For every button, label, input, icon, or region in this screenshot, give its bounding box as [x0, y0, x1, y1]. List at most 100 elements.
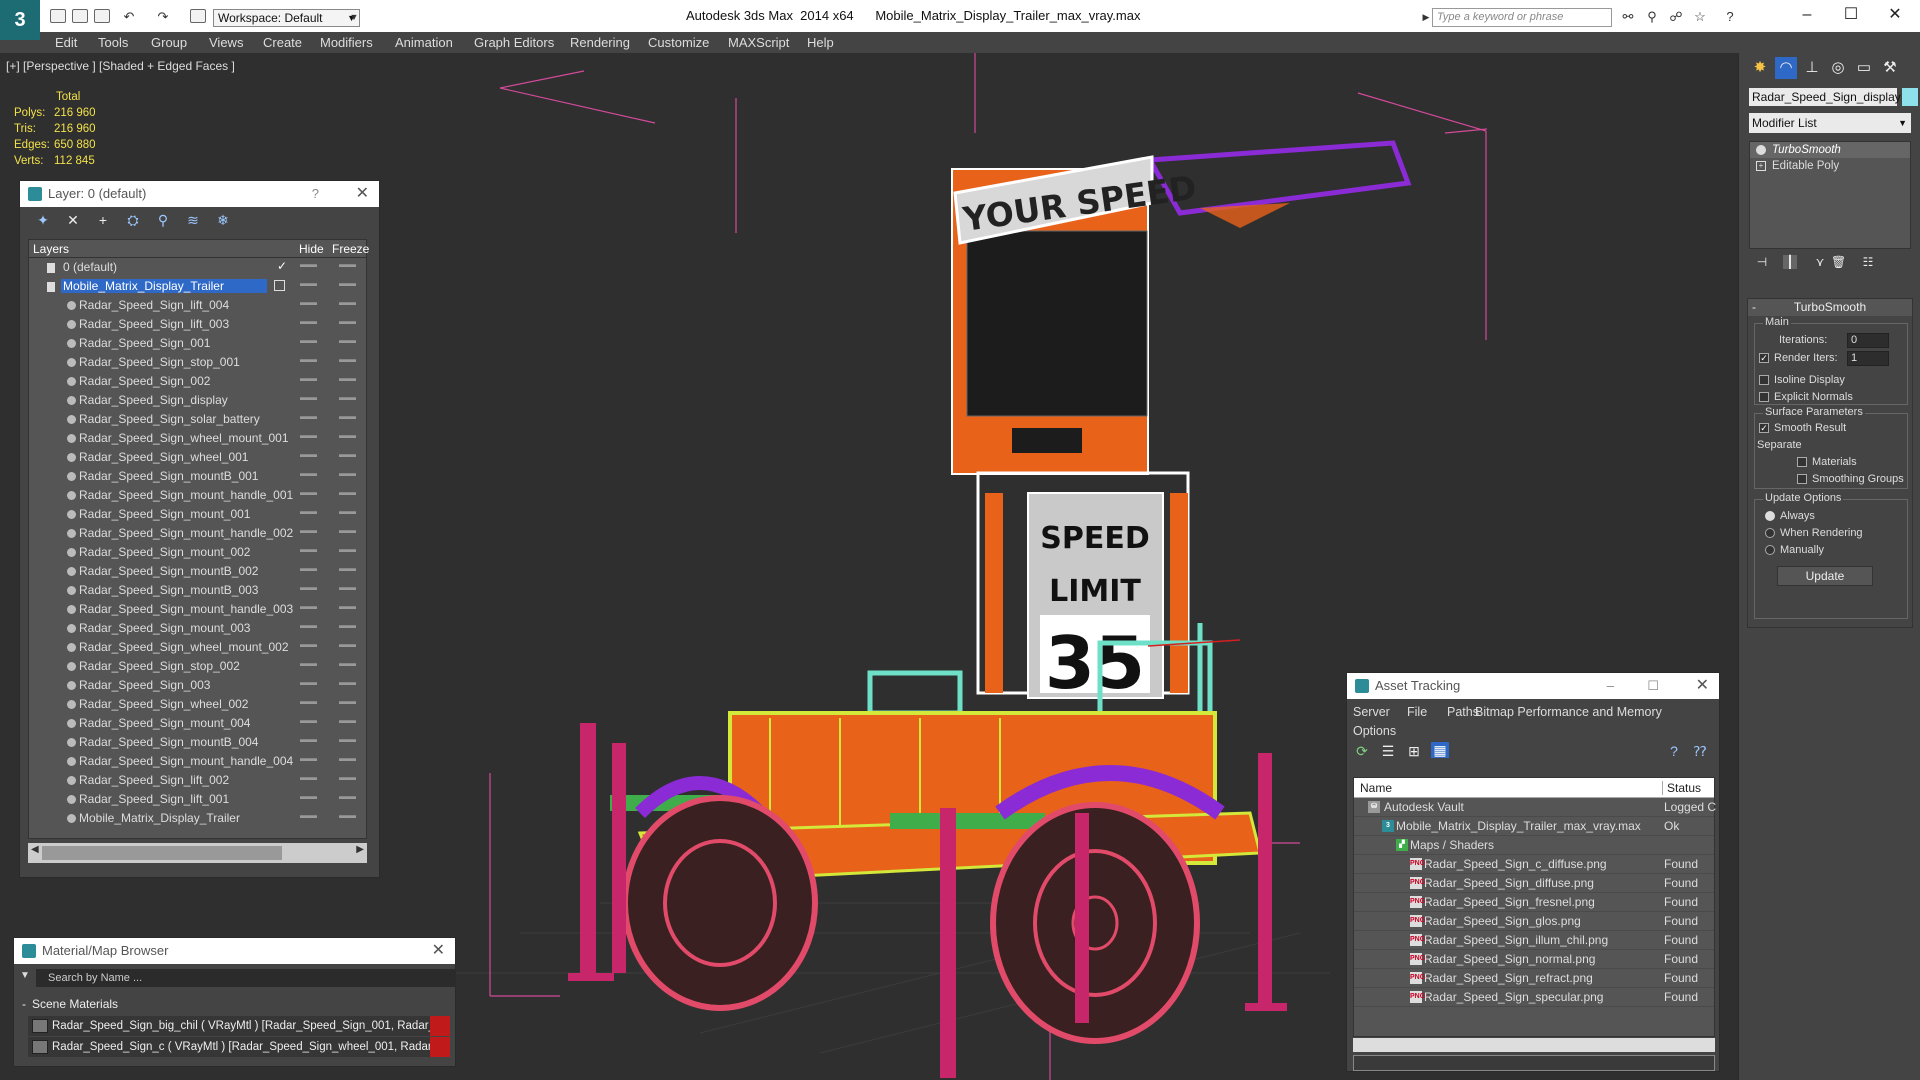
object-row[interactable]: Radar_Speed_Sign_mount_004 ▬▬ ▬▬ [29, 714, 366, 733]
hide-toggle[interactable]: ▬▬ [300, 449, 317, 459]
hide-all-icon[interactable]: ≋ [184, 212, 202, 228]
freeze-toggle[interactable]: ▬▬ [339, 791, 356, 801]
remove-modifier-icon[interactable]: 🗑 [1831, 255, 1846, 269]
always-radio[interactable] [1765, 511, 1775, 522]
freeze-toggle[interactable]: ▬▬ [339, 411, 356, 421]
col-layers[interactable]: Layers [33, 242, 69, 256]
object-row[interactable]: Radar_Speed_Sign_wheel_mount_001 ▬▬ ▬▬ [29, 429, 366, 448]
layer-row-selected[interactable]: Mobile_Matrix_Display_Trailer ▬▬ ▬▬ [29, 277, 366, 296]
maximize-button[interactable]: ☐ [1647, 673, 1659, 699]
help-icon[interactable]: ? [312, 181, 319, 207]
help-icon[interactable]: ? [1665, 743, 1683, 759]
smooth-result-control[interactable]: ✓ Smooth Result [1759, 422, 1846, 434]
freeze-toggle[interactable]: ▬▬ [339, 582, 356, 592]
minimize-button[interactable]: – [1792, 4, 1822, 26]
options-arrow-icon[interactable]: ▼ [20, 970, 30, 981]
project-folder-icon[interactable] [190, 9, 206, 23]
freeze-toggle[interactable]: ▬▬ [339, 297, 356, 307]
asset-row[interactable]: ▞ Maps / Shaders [1354, 836, 1714, 855]
hide-toggle[interactable]: ▬▬ [300, 278, 317, 288]
app-logo-icon[interactable]: 3 [0, 0, 40, 40]
save-file-icon[interactable] [94, 9, 110, 23]
motion-tab-icon[interactable]: ◎ [1827, 57, 1849, 79]
keyword-search-input[interactable]: Type a keyword or phrase [1432, 8, 1612, 27]
asset-menu-bitmap[interactable]: Bitmap Performance and Memory [1475, 705, 1662, 719]
create-layer-icon[interactable]: ✦ [34, 212, 52, 228]
freeze-toggle[interactable]: ▬▬ [339, 677, 356, 687]
object-row[interactable]: Radar_Speed_Sign_wheel_001 ▬▬ ▬▬ [29, 448, 366, 467]
menu-animation[interactable]: Animation [395, 35, 453, 50]
material-item[interactable]: Radar_Speed_Sign_c ( VRayMtl ) [Radar_Sp… [28, 1037, 450, 1057]
freeze-toggle[interactable]: ▬▬ [339, 734, 356, 744]
smoothing-groups-checkbox[interactable] [1797, 474, 1807, 485]
material-browser-titlebar[interactable]: Material/Map Browser ✕ [14, 938, 455, 964]
asset-row[interactable]: 3 Mobile_Matrix_Display_Trailer_max_vray.… [1354, 817, 1714, 836]
freeze-toggle[interactable]: ▬▬ [339, 487, 356, 497]
freeze-toggle[interactable]: ▬▬ [339, 316, 356, 326]
delete-layer-icon[interactable]: ✕ [64, 212, 82, 228]
binoculars-icon[interactable]: ⚯ [1620, 10, 1636, 24]
menu-graph-editors[interactable]: Graph Editors [474, 35, 554, 50]
stack-item-editable-poly[interactable]: + Editable Poly [1750, 158, 1910, 174]
show-end-result-icon[interactable]: ┃ [1783, 255, 1797, 269]
menu-maxscript[interactable]: MAXScript [728, 35, 789, 50]
hide-toggle[interactable]: ▬▬ [300, 734, 317, 744]
rollout-header[interactable]: - TurboSmooth [1748, 299, 1912, 316]
freeze-toggle[interactable]: ▬▬ [339, 525, 356, 535]
freeze-toggle[interactable]: ▬▬ [339, 373, 356, 383]
freeze-toggle[interactable]: ▬▬ [339, 753, 356, 763]
asset-menu-file[interactable]: File [1407, 705, 1427, 719]
freeze-toggle[interactable]: ▬▬ [339, 544, 356, 554]
always-control[interactable]: Always [1765, 510, 1815, 522]
object-row[interactable]: Radar_Speed_Sign_003 ▬▬ ▬▬ [29, 676, 366, 695]
when-rendering-radio[interactable] [1765, 528, 1775, 539]
object-row[interactable]: Radar_Speed_Sign_mountB_002 ▬▬ ▬▬ [29, 562, 366, 581]
render-iters-spinner[interactable]: 1 [1847, 351, 1889, 366]
object-row[interactable]: Radar_Speed_Sign_wheel_mount_002 ▬▬ ▬▬ [29, 638, 366, 657]
freeze-toggle[interactable]: ▬▬ [339, 696, 356, 706]
hide-toggle[interactable]: ▬▬ [300, 506, 317, 516]
favorites-star-icon[interactable]: ☆ [1692, 10, 1708, 24]
menu-group[interactable]: Group [151, 35, 187, 50]
asset-row[interactable]: PNG Radar_Speed_Sign_c_diffuse.png Found [1354, 855, 1714, 874]
menu-edit[interactable]: Edit [55, 35, 77, 50]
freeze-toggle[interactable]: ▬▬ [339, 392, 356, 402]
isoline-checkbox[interactable] [1759, 375, 1769, 386]
close-button[interactable]: ✕ [1880, 4, 1910, 26]
hide-toggle[interactable]: ▬▬ [300, 335, 317, 345]
menu-tools[interactable]: Tools [98, 35, 128, 50]
hide-toggle[interactable]: ▬▬ [300, 259, 317, 269]
object-row[interactable]: Radar_Speed_Sign_solar_battery ▬▬ ▬▬ [29, 410, 366, 429]
freeze-toggle[interactable]: ▬▬ [339, 563, 356, 573]
col-hide[interactable]: Hide [299, 242, 324, 256]
hide-toggle[interactable]: ▬▬ [300, 487, 317, 497]
dropdown-arrow-icon[interactable]: ▼ [346, 10, 362, 24]
freeze-toggle[interactable]: ▬▬ [339, 430, 356, 440]
undo-icon[interactable]: ↶ [121, 10, 137, 24]
object-row[interactable]: Radar_Speed_Sign_mount_001 ▬▬ ▬▬ [29, 505, 366, 524]
menu-views[interactable]: Views [209, 35, 243, 50]
hide-toggle[interactable]: ▬▬ [300, 468, 317, 478]
explicit-normals-checkbox[interactable] [1759, 392, 1769, 403]
col-freeze[interactable]: Freeze [332, 242, 369, 256]
hide-toggle[interactable]: ▬▬ [300, 316, 317, 326]
freeze-toggle[interactable]: ▬▬ [339, 278, 356, 288]
asset-tracking-titlebar[interactable]: Asset Tracking – ☐ ✕ [1347, 673, 1719, 699]
hide-toggle[interactable]: ▬▬ [300, 620, 317, 630]
object-row[interactable]: Radar_Speed_Sign_mount_handle_001 ▬▬ ▬▬ [29, 486, 366, 505]
freeze-toggle[interactable]: ▬▬ [339, 449, 356, 459]
hide-toggle[interactable]: ▬▬ [300, 430, 317, 440]
hide-toggle[interactable]: ▬▬ [300, 696, 317, 706]
asset-row[interactable]: PNG Radar_Speed_Sign_illum_chil.png Found [1354, 931, 1714, 950]
hide-toggle[interactable]: ▬▬ [300, 582, 317, 592]
object-row[interactable]: Radar_Speed_Sign_stop_002 ▬▬ ▬▬ [29, 657, 366, 676]
object-row[interactable]: Radar_Speed_Sign_mount_handle_004 ▬▬ ▬▬ [29, 752, 366, 771]
viewport-label[interactable]: [+] [Perspective ] [Shaded + Edged Faces… [6, 59, 235, 73]
table-view-icon[interactable]: ▦ [1431, 742, 1449, 758]
menu-modifiers[interactable]: Modifiers [320, 35, 373, 50]
asset-row[interactable]: ⛁ Autodesk Vault Logged C [1354, 798, 1716, 817]
communication-icon[interactable]: ☍ [1668, 10, 1684, 24]
asset-row[interactable]: PNG Radar_Speed_Sign_fresnel.png Found [1354, 893, 1714, 912]
object-row[interactable]: Radar_Speed_Sign_lift_004 ▬▬ ▬▬ [29, 296, 366, 315]
object-row[interactable]: Radar_Speed_Sign_mount_002 ▬▬ ▬▬ [29, 543, 366, 562]
